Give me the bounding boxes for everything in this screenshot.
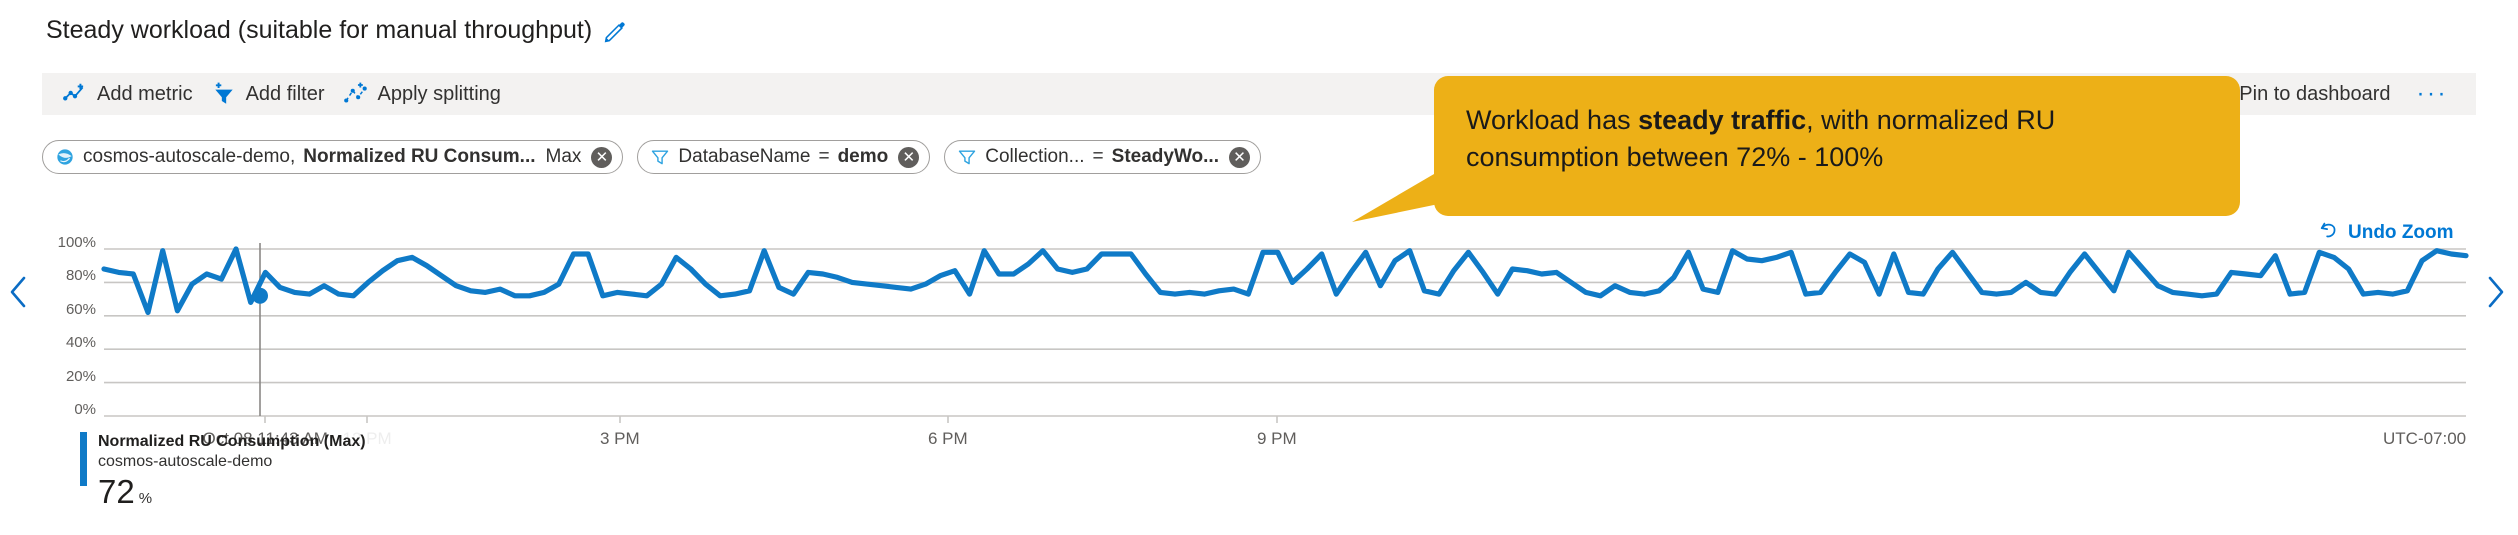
filter-pill-databasename[interactable]: DatabaseName = demo ✕	[637, 140, 931, 174]
apply-splitting-button[interactable]: Apply splitting	[337, 77, 513, 111]
filter-pill-value: demo	[837, 146, 889, 167]
legend-text-block: Normalized RU Consumption (Max) cosmos-a…	[98, 432, 366, 508]
filter-pill-collection[interactable]: Collection... = SteadyWo... ✕	[944, 140, 1261, 174]
y-axis-tick-label: 40%	[65, 334, 96, 352]
legend-color-swatch	[80, 432, 87, 486]
apply-splitting-icon	[343, 81, 369, 107]
metric-pill-aggregation: Max	[545, 146, 582, 167]
add-filter-icon	[211, 81, 237, 107]
y-axis-tick-label: 100%	[57, 234, 96, 251]
add-metric-icon	[62, 81, 88, 107]
legend-resource-name: cosmos-autoscale-demo	[98, 452, 273, 470]
y-axis-tick-label: 20%	[65, 367, 96, 385]
legend-value: 72	[98, 472, 135, 510]
timezone-label: UTC-07:00	[2383, 429, 2467, 448]
filter-pill-name: Collection...	[985, 146, 1085, 167]
add-metric-button[interactable]: Add metric	[56, 77, 205, 111]
callout-text-bold: steady traffic	[1638, 105, 1807, 135]
callout-text-before: Workload has	[1466, 105, 1639, 135]
y-axis-tick-label: 60%	[65, 300, 96, 318]
metric-pill-resource: cosmos-autoscale-demo,	[83, 146, 296, 167]
filter-pill-close-icon[interactable]: ✕	[1228, 146, 1250, 168]
page-title: Steady workload (suitable for manual thr…	[46, 16, 593, 44]
metric-pill[interactable]: cosmos-autoscale-demo, Normalized RU Con…	[42, 140, 624, 174]
x-axis-tick-label: 6 PM	[928, 429, 968, 448]
add-filter-label: Add filter	[245, 82, 325, 105]
legend-unit: %	[138, 489, 153, 507]
metric-pill-metric: Normalized RU Consum...	[303, 146, 536, 167]
x-axis-tick-label: 9 PM	[1257, 429, 1297, 448]
filter-icon	[957, 147, 977, 167]
filter-pill-name: DatabaseName	[678, 146, 811, 167]
more-options-button[interactable]: ···	[2403, 82, 2462, 106]
annotation-callout: Workload has steady traffic, with normal…	[1434, 76, 2240, 216]
filter-pill-operator: =	[1092, 146, 1104, 167]
pencil-icon[interactable]	[602, 18, 628, 44]
chart-plot[interactable]	[0, 225, 2518, 425]
legend-metric-name: Normalized RU Consumption (Max)	[98, 433, 366, 450]
filter-icon	[650, 147, 670, 167]
filter-pill-close-icon[interactable]: ✕	[898, 146, 920, 168]
metric-pill-close-icon[interactable]: ✕	[591, 146, 613, 168]
legend-value-row: 72 %	[98, 475, 366, 508]
pin-to-dashboard-label: Pin to dashboard	[2239, 82, 2391, 105]
add-metric-label: Add metric	[97, 82, 193, 105]
filter-pill-value: SteadyWo...	[1111, 146, 1219, 167]
metrics-chart[interactable]: 100% 80% 60% 40% 20% 0% 12 PM Oct 08 11:43 AM 3…	[0, 225, 2518, 447]
title-row: Steady workload (suitable for manual thr…	[46, 16, 628, 45]
annotation-callout-text: Workload has steady traffic, with normal…	[1466, 102, 2208, 176]
filter-pill-operator: =	[818, 146, 830, 167]
cosmos-db-icon	[55, 147, 75, 167]
apply-splitting-label: Apply splitting	[377, 82, 501, 105]
filter-pill-row: cosmos-autoscale-demo, Normalized RU Con…	[42, 140, 1261, 174]
y-axis-tick-label: 0%	[74, 401, 96, 418]
x-axis-tick-label: 3 PM	[600, 429, 640, 448]
add-filter-button[interactable]: Add filter	[205, 77, 337, 111]
chart-legend[interactable]: Normalized RU Consumption (Max) cosmos-a…	[80, 432, 366, 508]
y-axis-tick-label: 80%	[65, 267, 96, 285]
